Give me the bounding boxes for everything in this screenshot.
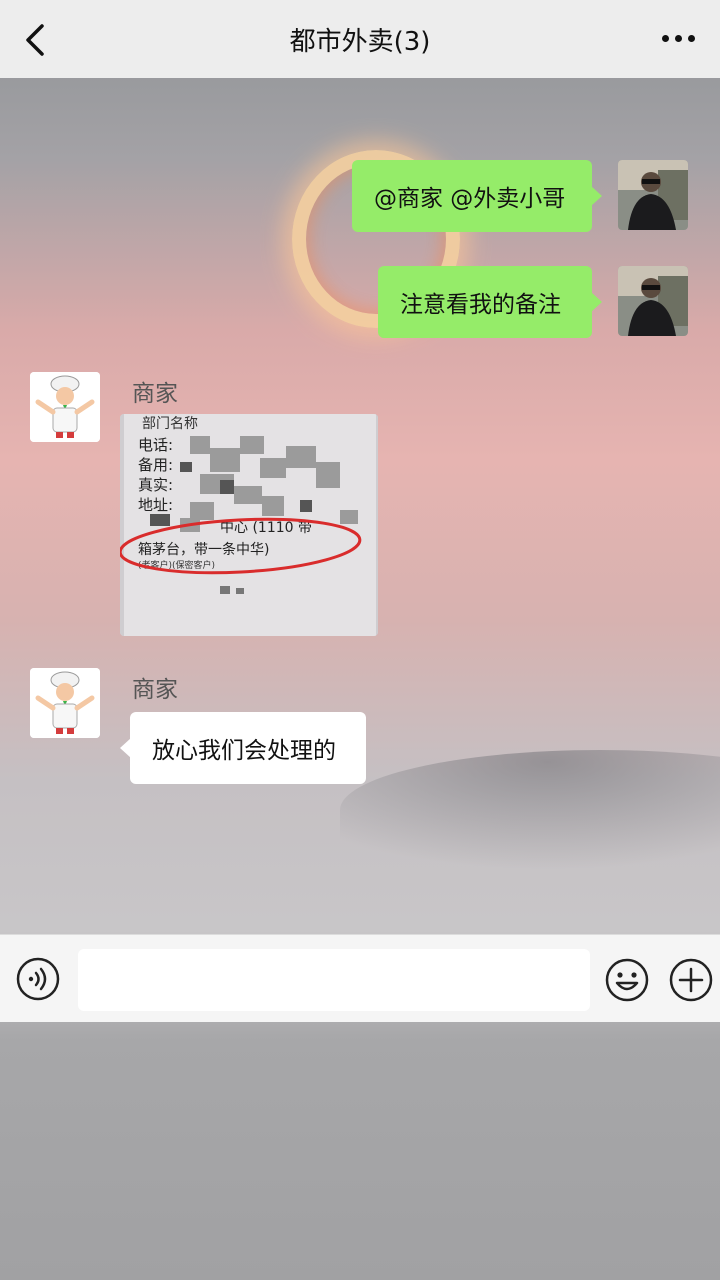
receipt-line: 地址:	[138, 496, 173, 514]
chef-avatar-image	[30, 668, 100, 738]
avatar-self[interactable]	[618, 160, 688, 230]
avatar-self[interactable]	[618, 266, 688, 336]
dot	[675, 34, 682, 42]
more-dots-icon[interactable]	[662, 28, 702, 48]
receipt-line: 电话:	[138, 436, 173, 454]
receipt-line: 箱茅台，带一条中华)	[138, 541, 269, 558]
avatar-merchant[interactable]	[30, 372, 100, 442]
receipt-line: 部门名称	[142, 416, 198, 432]
chat-title: 都市外卖(3)	[289, 26, 431, 57]
avatar-self-image	[618, 266, 688, 336]
receipt-line: 备用:	[138, 456, 173, 474]
receipt-image: 部门名称 电话: 备用: 真实: 地址: 中心 (1110 带 箱茅台，带一条中…	[120, 414, 378, 636]
emoji-icon[interactable]	[604, 957, 650, 1003]
background-hill	[340, 750, 720, 870]
dot	[688, 34, 695, 42]
chat-header: 都市外卖(3)	[0, 0, 720, 78]
voice-icon[interactable]	[16, 957, 60, 1001]
message-bubble-outgoing[interactable]: @商家 @外卖小哥	[352, 160, 602, 232]
receipt-photo[interactable]: 部门名称 电话: 备用: 真实: 地址: 中心 (1110 带 箱茅台，带一条中…	[120, 414, 378, 636]
avatar-self-image	[618, 160, 688, 230]
chef-avatar-image	[30, 372, 100, 442]
sender-name: 商家	[132, 677, 178, 703]
message-bubble-incoming[interactable]: 放心我们会处理的	[120, 712, 366, 784]
chevron-left-icon[interactable]	[18, 20, 54, 60]
chat-input-bar	[0, 934, 720, 1022]
plus-icon[interactable]	[668, 957, 714, 1003]
receipt-line: (老客户)(保密客户)	[138, 559, 215, 571]
message-bubble-outgoing[interactable]: 注意看我的备注	[378, 266, 602, 338]
dot	[662, 34, 669, 42]
sender-name: 商家	[132, 381, 178, 407]
message-input[interactable]	[78, 949, 590, 1011]
receipt-line: 真实:	[138, 476, 173, 494]
receipt-line: 中心 (1110 带	[220, 520, 312, 536]
avatar-merchant[interactable]	[30, 668, 100, 738]
